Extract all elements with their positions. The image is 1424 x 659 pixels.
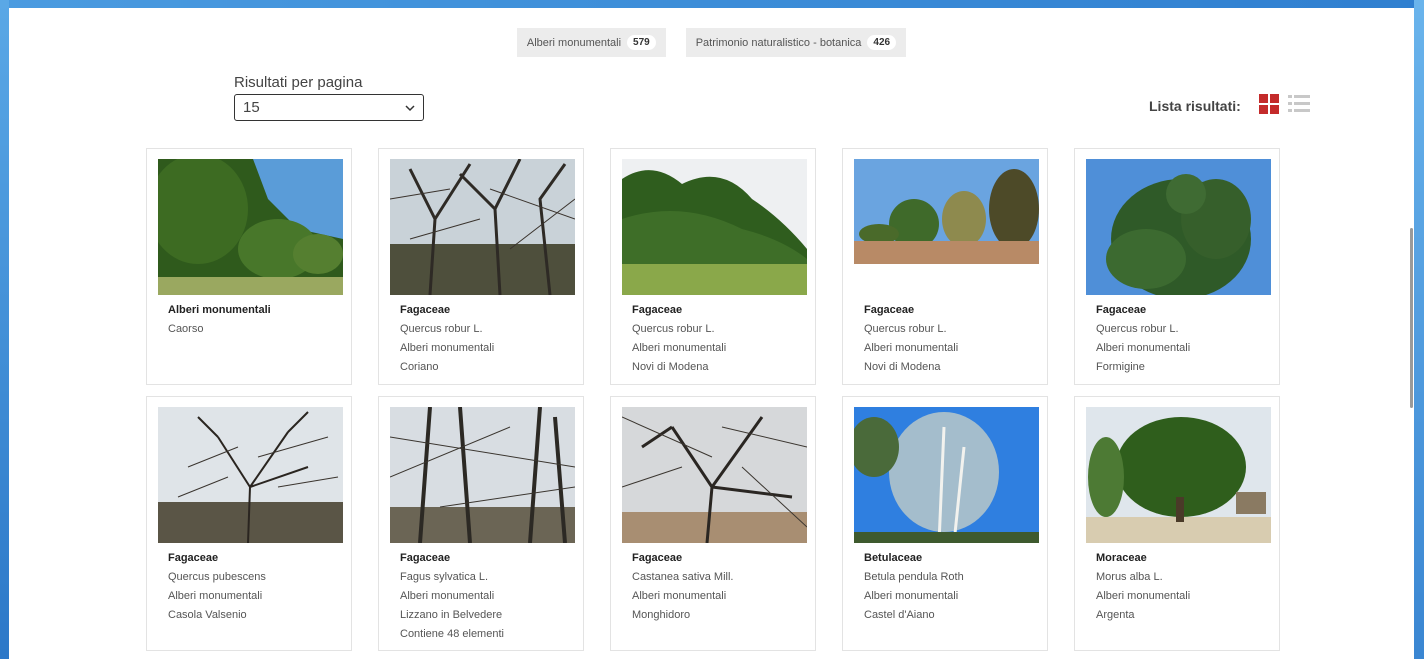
result-thumbnail [158,159,343,295]
grid-view-icon[interactable] [1259,94,1279,114]
list-view-icon[interactable] [1288,94,1310,114]
result-card[interactable]: Fagaceae Quercus robur L. Alberi monumen… [378,148,584,385]
result-location: Caorso [168,323,204,335]
window-frame-left [0,0,9,659]
window-frame-top [0,0,1424,8]
result-species: Fagus sylvatica L. [400,571,489,583]
result-location: Formigine [1096,361,1145,373]
result-card[interactable]: Fagaceae Fagus sylvatica L. Alberi monum… [378,396,584,651]
result-text: Fagaceae Quercus robur L. Alberi monumen… [632,301,807,377]
result-card[interactable]: Fagaceae Quercus robur L. Alberi monumen… [1074,148,1280,385]
result-text: Fagaceae Quercus pubescens Alberi monume… [168,549,343,625]
result-location: Castel d'Aiano [864,609,935,621]
result-location: Monghidoro [632,609,691,621]
result-location: Lizzano in Belvedere [400,609,503,621]
results-view-label: Lista risultati: [1149,98,1241,114]
result-thumbnail [1086,159,1271,295]
result-card[interactable]: Fagaceae Quercus pubescens Alberi monume… [146,396,352,651]
per-page-value: 15 [243,99,260,116]
result-category: Alberi monumentali [400,342,495,354]
result-count-note: Contiene 48 elementi [400,628,504,640]
result-family: Fagaceae [400,304,451,316]
result-text: Fagaceae Quercus robur L. Alberi monumen… [864,301,1039,377]
result-species: Betula pendula Roth [864,571,964,583]
result-category: Alberi monumentali [864,590,959,602]
result-card[interactable]: Fagaceae Quercus robur L. Alberi monumen… [610,148,816,385]
result-thumbnail [1086,407,1271,543]
result-location: Novi di Modena [864,361,941,373]
result-location: Novi di Modena [632,361,709,373]
result-species: Quercus robur L. [632,323,715,335]
result-card[interactable]: Fagaceae Quercus robur L. Alberi monumen… [842,148,1048,385]
result-thumbnail [622,407,807,543]
result-title: Alberi monumentali [168,304,271,316]
result-card[interactable]: Moraceae Morus alba L. Alberi monumental… [1074,396,1280,651]
result-thumbnail [622,159,807,295]
result-text: Alberi monumentali Caorso [168,301,343,339]
result-category: Alberi monumentali [632,590,727,602]
result-category: Alberi monumentali [632,342,727,354]
result-family: Fagaceae [632,552,683,564]
result-text: Moraceae Morus alba L. Alberi monumental… [1096,549,1271,625]
result-family: Fagaceae [400,552,451,564]
result-location: Coriano [400,361,439,373]
result-category: Alberi monumentali [400,590,495,602]
result-species: Quercus robur L. [864,323,947,335]
per-page-label: Risultati per pagina [234,74,363,91]
result-species: Quercus robur L. [1096,323,1179,335]
facet-label: Alberi monumentali [526,36,622,49]
result-species: Morus alba L. [1096,571,1163,583]
facet-bar: Alberi monumentali 579 Patrimonio natura… [9,28,1414,57]
result-family: Betulaceae [864,552,923,564]
result-species: Quercus pubescens [168,571,266,583]
results-page: Alberi monumentali 579 Patrimonio natura… [9,8,1414,659]
result-species: Quercus robur L. [400,323,483,335]
chevron-down-icon [405,104,415,111]
result-location: Casola Valsenio [168,609,247,621]
result-text: Fagaceae Quercus robur L. Alberi monumen… [400,301,575,377]
result-location: Argenta [1096,609,1135,621]
facet-patrimonio-naturalistico[interactable]: Patrimonio naturalistico - botanica 426 [685,28,907,57]
result-card[interactable]: Alberi monumentali Caorso [146,148,352,385]
result-thumbnail [854,407,1039,543]
window-frame-right [1414,0,1424,659]
result-family: Fagaceae [864,304,915,316]
result-card[interactable]: Betulaceae Betula pendula Roth Alberi mo… [842,396,1048,651]
result-family: Fagaceae [1096,304,1147,316]
per-page-select[interactable]: 15 [234,94,424,121]
result-category: Alberi monumentali [1096,590,1191,602]
result-family: Fagaceae [632,304,683,316]
result-species: Castanea sativa Mill. [632,571,734,583]
result-category: Alberi monumentali [864,342,959,354]
result-thumbnail [158,407,343,543]
facet-label: Patrimonio naturalistico - botanica [695,36,862,49]
result-thumbnail [390,159,575,295]
facet-alberi-monumentali[interactable]: Alberi monumentali 579 [516,28,666,57]
result-text: Fagaceae Fagus sylvatica L. Alberi monum… [400,549,575,644]
facet-count: 579 [627,35,656,50]
facet-count: 426 [867,35,897,50]
result-text: Fagaceae Castanea sativa Mill. Alberi mo… [632,549,807,625]
result-category: Alberi monumentali [168,590,263,602]
result-text: Fagaceae Quercus robur L. Alberi monumen… [1096,301,1271,377]
result-thumbnail [390,407,575,543]
result-family: Fagaceae [168,552,219,564]
scrollbar[interactable] [1410,228,1413,408]
result-thumbnail [854,159,1039,264]
result-text: Betulaceae Betula pendula Roth Alberi mo… [864,549,1039,625]
result-category: Alberi monumentali [1096,342,1191,354]
result-card[interactable]: Fagaceae Castanea sativa Mill. Alberi mo… [610,396,816,651]
result-family: Moraceae [1096,552,1147,564]
